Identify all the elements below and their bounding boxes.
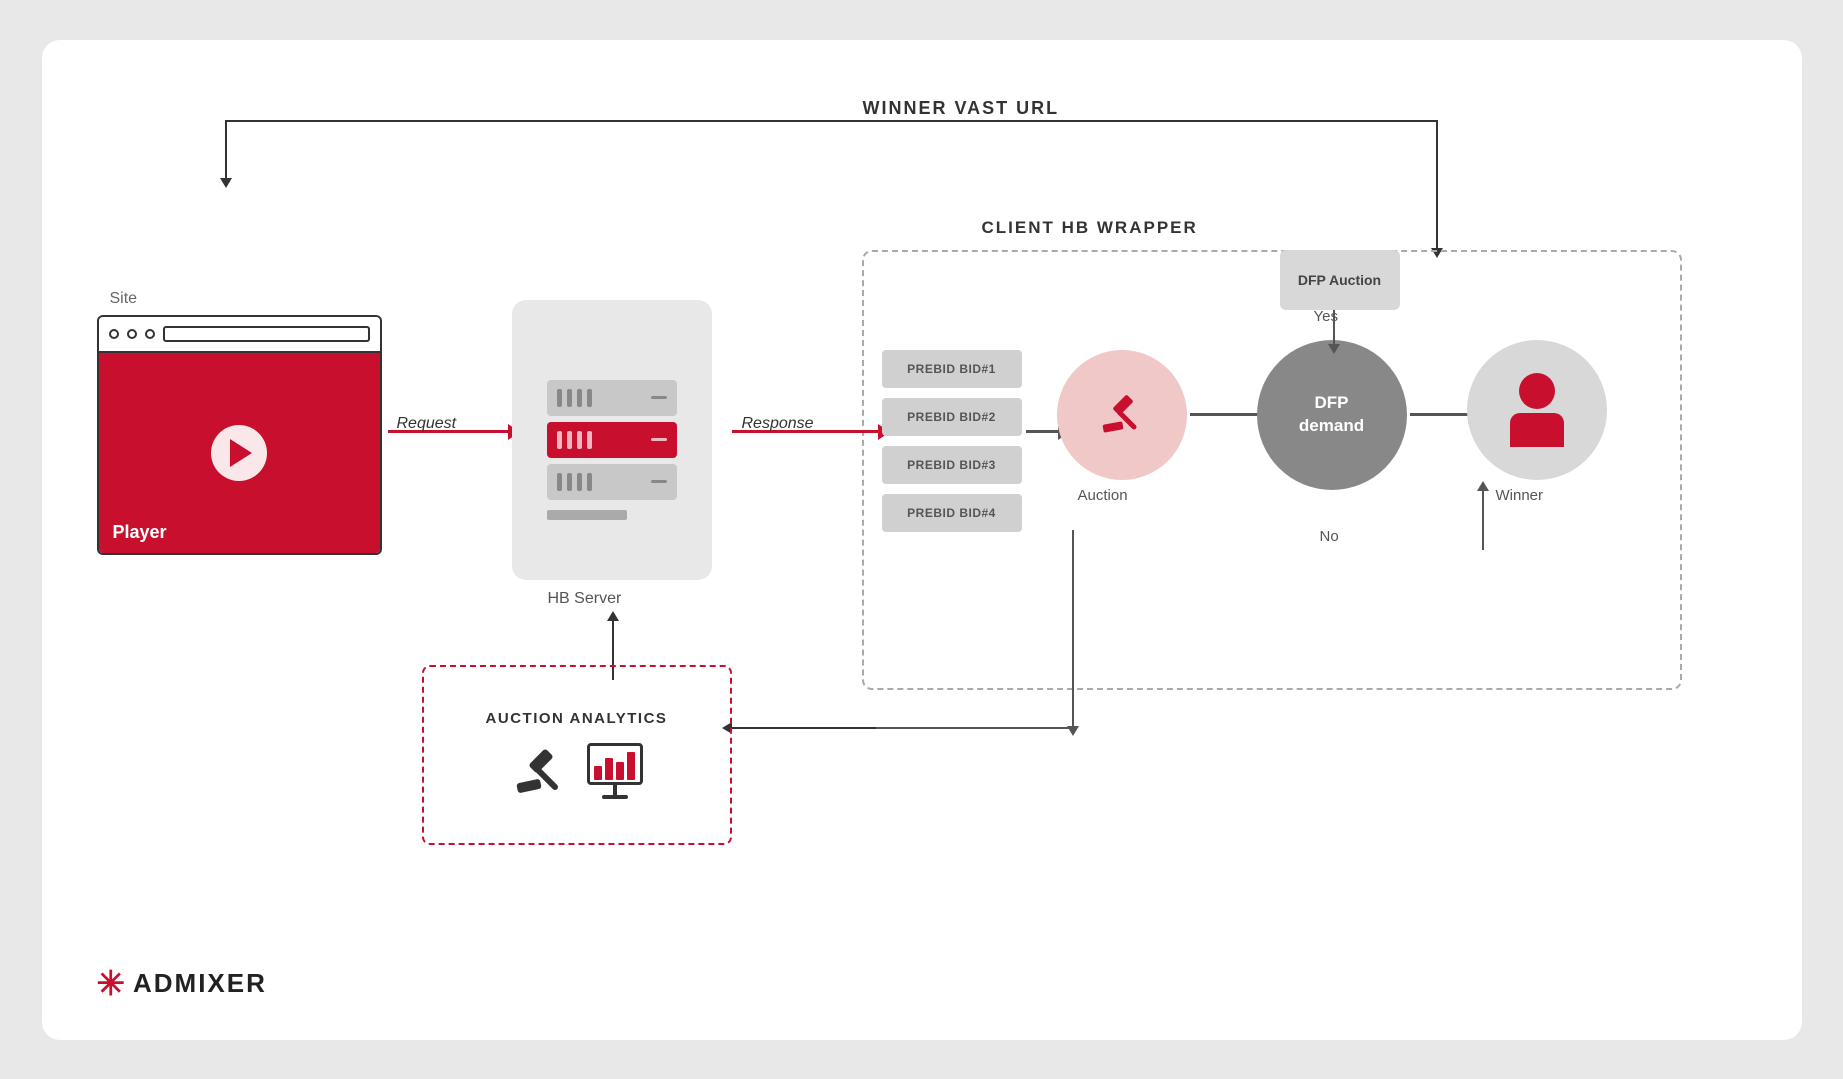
dfp-demand-label: DFPdemand	[1299, 392, 1364, 436]
client-hb-wrapper-label: CLIENT HB WRAPPER	[982, 218, 1198, 238]
player-content: Player	[99, 353, 380, 553]
analytics-gavel-icon	[511, 743, 567, 799]
winner-circle	[1467, 340, 1607, 480]
arrow-down-to-winner	[1436, 120, 1438, 250]
admixer-brand-text: ADMIXER	[133, 968, 267, 999]
response-label: Response	[742, 415, 814, 433]
prebid-bid-1: PREBID BID#1	[882, 350, 1022, 388]
server-unit-3	[547, 464, 677, 500]
chart-bar-3	[616, 762, 624, 780]
server-base	[547, 510, 627, 520]
arrow-auction-to-dfp	[1190, 413, 1260, 416]
server-dash-1	[651, 396, 667, 399]
gavel-icon	[1098, 391, 1146, 439]
no-label: No	[1320, 528, 1339, 545]
server-dash-2	[651, 438, 667, 441]
dfp-demand-circle: DFPdemand	[1257, 340, 1407, 490]
analytics-chart-monitor	[587, 743, 643, 799]
monitor-stand	[613, 785, 617, 795]
dfp-auction-text: DFP Auction	[1298, 272, 1381, 288]
prebid-bid-3: PREBID BID#3	[882, 446, 1022, 484]
play-button[interactable]	[211, 425, 267, 481]
server-stack	[547, 380, 677, 520]
browser-dot-2	[127, 329, 137, 339]
server-bar-8	[587, 431, 592, 449]
server-bar-4	[587, 389, 592, 407]
analytics-box: AUCTION ANALYTICS	[422, 665, 732, 845]
monitor-screen	[587, 743, 643, 785]
hb-server-box	[512, 300, 712, 580]
monitor-base	[602, 795, 628, 799]
arrow-down-to-analytics-vertical	[1072, 530, 1074, 727]
server-unit-2	[547, 422, 677, 458]
top-horizontal-line	[225, 120, 1438, 122]
person-head	[1519, 373, 1555, 409]
prebid-bid-container: PREBID BID#1 PREBID BID#2 PREBID BID#3 P…	[882, 350, 1022, 532]
player-titlebar	[99, 317, 380, 353]
server-dash-3	[651, 480, 667, 483]
server-bar-2	[567, 389, 572, 407]
server-bar-1	[557, 389, 562, 407]
prebid-bid-4: PREBID BID#4	[882, 494, 1022, 532]
main-card: WINNER VAST URL CLIENT HB WRAPPER Site P…	[42, 40, 1802, 1040]
request-label: Request	[397, 415, 457, 433]
person-body	[1510, 413, 1564, 447]
winner-person-icon	[1510, 373, 1564, 447]
dfp-auction-box: DFP Auction	[1280, 250, 1400, 310]
arrow-dfp-auction-down	[1333, 310, 1335, 345]
play-triangle-icon	[230, 439, 252, 467]
arrow-no-down	[1482, 490, 1484, 550]
winner-label: Winner	[1496, 487, 1544, 504]
chart-bar-2	[605, 758, 613, 780]
browser-urlbar	[163, 326, 370, 342]
server-unit-1	[547, 380, 677, 416]
auction-label: Auction	[1078, 487, 1128, 504]
server-bar-9	[557, 473, 562, 491]
server-bar-10	[567, 473, 572, 491]
player-box: Player	[97, 315, 382, 555]
analytics-icons	[511, 743, 643, 799]
chart-bar-4	[627, 752, 635, 780]
hb-server-label: HB Server	[548, 590, 622, 608]
player-label: Player	[113, 522, 167, 543]
server-bar-7	[577, 431, 582, 449]
prebid-bid-2: PREBID BID#2	[882, 398, 1022, 436]
browser-dot-3	[145, 329, 155, 339]
site-label: Site	[110, 290, 138, 308]
server-bar-5	[557, 431, 562, 449]
winner-vast-url-label: WINNER VAST URL	[862, 98, 1059, 119]
arrow-left-to-hb-server	[731, 727, 876, 729]
analytics-label: AUCTION ANALYTICS	[486, 710, 668, 727]
server-bar-6	[567, 431, 572, 449]
server-bar-11	[577, 473, 582, 491]
admixer-logo: ✳ ADMIXER	[97, 964, 267, 1004]
auction-circle	[1057, 350, 1187, 480]
server-bar-12	[587, 473, 592, 491]
server-bar-3	[577, 389, 582, 407]
arrow-prebid-to-auction	[1026, 430, 1060, 433]
browser-dot-1	[109, 329, 119, 339]
chart-bar-1	[594, 766, 602, 780]
admixer-star-icon: ✳	[97, 964, 126, 1004]
arrow-dfp-to-winner	[1410, 413, 1470, 416]
arrow-down-to-player	[225, 120, 227, 180]
